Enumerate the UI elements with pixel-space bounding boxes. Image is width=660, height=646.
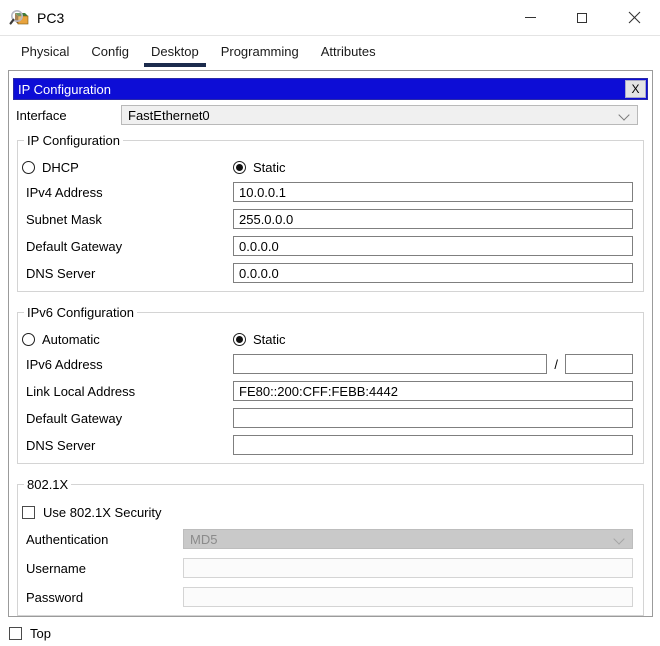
password-label: Password [26, 589, 84, 605]
ipv6-dns-server-row: DNS Server [22, 435, 633, 455]
username-label: Username [26, 560, 86, 576]
ipv4-address-row: IPv4 Address [22, 182, 633, 202]
default-gateway-row: Default Gateway [22, 236, 633, 256]
ipv6-dns-server-input[interactable] [233, 435, 633, 455]
subnet-mask-row: Subnet Mask [22, 209, 633, 229]
chevron-down-icon [618, 109, 630, 121]
authentication-select: MD5 [183, 529, 633, 549]
titlebar: PC3 [0, 0, 660, 36]
dialog-title: IP Configuration [18, 81, 111, 97]
link-local-address-label: Link Local Address [26, 383, 136, 399]
ipv6-automatic-radio-label: Automatic [42, 332, 100, 347]
ipv6-static-radio[interactable]: Static [233, 332, 444, 347]
dialog-close-button[interactable]: X [625, 80, 646, 98]
dns-server-label: DNS Server [26, 265, 96, 281]
dns-server-input[interactable] [233, 263, 633, 283]
default-gateway-input[interactable] [233, 236, 633, 256]
link-local-address-input[interactable] [233, 381, 633, 401]
ipv6-prefix-input[interactable] [565, 354, 633, 374]
ipv4-address-label: IPv4 Address [26, 184, 103, 200]
ip-configuration-dialog-header: IP Configuration X [13, 78, 648, 100]
default-gateway-label: Default Gateway [26, 238, 123, 254]
close-button[interactable] [608, 0, 660, 35]
ipv6-dns-server-label: DNS Server [26, 437, 96, 453]
tab-bar: Physical Config Desktop Programming Attr… [0, 36, 660, 69]
maximize-icon [577, 12, 587, 23]
tab-desktop[interactable]: Desktop [140, 37, 210, 68]
minimize-icon [524, 17, 536, 18]
ipv6-address-label: IPv6 Address [26, 356, 103, 372]
window-controls [504, 0, 660, 35]
use-8021x-security-checkbox[interactable]: Use 802.1X Security [22, 505, 633, 520]
radio-checked-icon [233, 333, 246, 346]
footer-bar: Top [0, 620, 660, 646]
interface-row: Interface FastEthernet0 [13, 105, 648, 125]
radio-unchecked-icon [22, 333, 35, 346]
tab-programming[interactable]: Programming [210, 37, 310, 68]
password-row: Password [22, 587, 633, 607]
ip-configuration-group: IP Configuration DHCP Static IPv4 Addres… [17, 133, 644, 292]
username-row: Username [22, 558, 633, 578]
authentication-selected-value: MD5 [190, 531, 218, 547]
password-input [183, 587, 633, 607]
chevron-down-icon [613, 533, 625, 545]
desktop-content-panel: IP Configuration X Interface FastEtherne… [8, 70, 653, 617]
subnet-mask-input[interactable] [233, 209, 633, 229]
ipv6-default-gateway-label: Default Gateway [26, 410, 123, 426]
ipv6-default-gateway-row: Default Gateway [22, 408, 633, 428]
tab-config[interactable]: Config [80, 37, 140, 68]
dhcp-radio-label: DHCP [42, 160, 79, 175]
subnet-mask-label: Subnet Mask [26, 211, 102, 227]
radio-checked-icon [233, 161, 246, 174]
use-8021x-security-label: Use 802.1X Security [43, 505, 162, 520]
authentication-label: Authentication [26, 531, 109, 547]
ipv6-automatic-radio[interactable]: Automatic [22, 332, 233, 347]
dot1x-group: 802.1X Use 802.1X Security Authenticatio… [17, 477, 644, 616]
static-radio[interactable]: Static [233, 160, 444, 175]
ipv6-prefix-separator: / [554, 356, 558, 372]
interface-label: Interface [16, 107, 67, 123]
packet-tracer-icon [9, 7, 30, 28]
radio-unchecked-icon [22, 161, 35, 174]
ipv6-configuration-legend: IPv6 Configuration [27, 305, 134, 320]
close-icon [628, 11, 640, 24]
pc3-device-window: PC3 Physical Config Desktop Programming … [0, 0, 660, 646]
ipv6-configuration-group: IPv6 Configuration Automatic Static IPv6… [17, 305, 644, 464]
link-local-address-row: Link Local Address [22, 381, 633, 401]
dhcp-radio[interactable]: DHCP [22, 160, 233, 175]
minimize-button[interactable] [504, 0, 556, 35]
checkbox-unchecked-icon [22, 506, 35, 519]
ipv6-static-radio-label: Static [253, 332, 286, 347]
ipv4-address-input[interactable] [233, 182, 633, 202]
window-title: PC3 [37, 9, 65, 26]
dot1x-legend: 802.1X [27, 477, 69, 492]
top-checkbox[interactable] [9, 626, 22, 640]
static-radio-label: Static [253, 160, 286, 175]
interface-select[interactable]: FastEthernet0 [121, 105, 638, 125]
ipv6-address-row: IPv6 Address / [22, 354, 633, 374]
ipv6-default-gateway-input[interactable] [233, 408, 633, 428]
username-input [183, 558, 633, 578]
dns-server-row: DNS Server [22, 263, 633, 283]
maximize-button[interactable] [556, 0, 608, 35]
ipv6-address-input[interactable] [233, 354, 548, 374]
tab-physical[interactable]: Physical [10, 37, 80, 68]
ip-configuration-legend: IP Configuration [27, 133, 120, 148]
ipv6-mode-radio-row: Automatic Static [22, 332, 633, 347]
interface-selected-value: FastEthernet0 [128, 107, 210, 123]
tab-attributes[interactable]: Attributes [310, 37, 387, 68]
authentication-row: Authentication MD5 [22, 529, 633, 549]
ip-mode-radio-row: DHCP Static [22, 160, 633, 175]
top-checkbox-label: Top [30, 625, 51, 641]
